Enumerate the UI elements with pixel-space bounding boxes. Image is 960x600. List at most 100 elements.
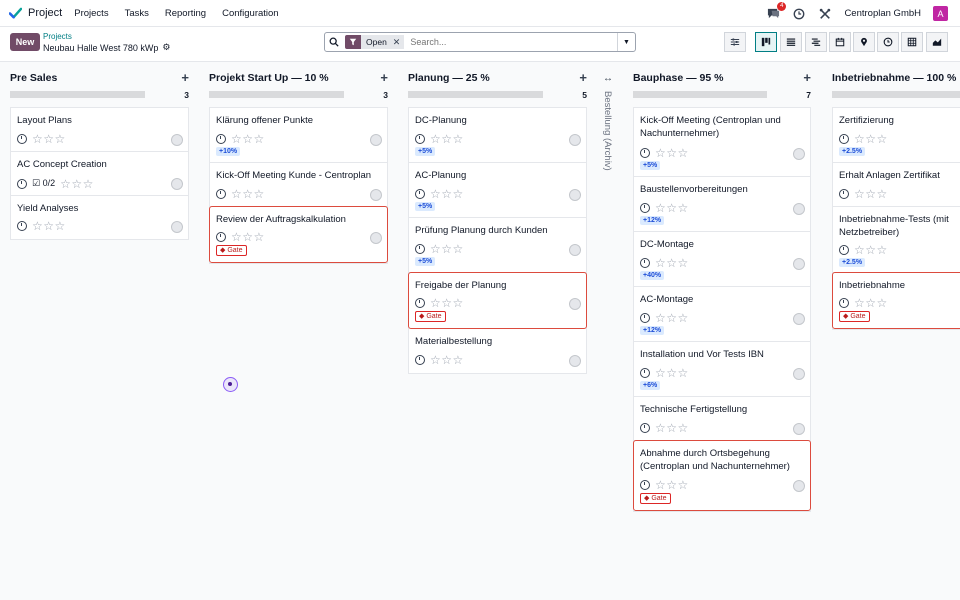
task-card[interactable]: Zertifizierung ☆☆☆ +2.5% (833, 108, 960, 163)
quick-create-plus-icon[interactable]: + (181, 70, 189, 85)
task-card-gate[interactable]: Review der Auftragskalkulation ☆☆☆ ◆ Gat… (209, 206, 388, 263)
task-card[interactable]: Inbetriebnahme-Tests (mit Netzbetreiber)… (833, 207, 960, 273)
activity-clock-icon[interactable] (17, 178, 27, 189)
search-icon[interactable] (325, 37, 343, 47)
remove-facet-icon[interactable]: ✕ (390, 35, 405, 49)
activity-clock-icon[interactable] (839, 245, 849, 255)
menu-projects[interactable]: Projects (74, 8, 108, 19)
priority-stars-icon[interactable]: ☆☆☆ (430, 188, 464, 200)
activity-clock-icon[interactable] (216, 232, 226, 242)
activity-view-button[interactable] (877, 32, 899, 52)
activity-clock-icon[interactable] (640, 203, 650, 213)
priority-stars-icon[interactable]: ☆☆☆ (231, 188, 265, 200)
quick-create-plus-icon[interactable]: + (803, 70, 811, 85)
menu-configuration[interactable]: Configuration (222, 8, 279, 19)
assignee-avatar[interactable] (569, 189, 581, 201)
assignee-avatar[interactable] (370, 232, 382, 244)
activity-clock-icon[interactable] (17, 221, 27, 231)
company-switcher[interactable]: Centroplan GmbH (844, 8, 921, 19)
assignee-avatar[interactable] (793, 423, 805, 435)
assignee-avatar[interactable] (569, 298, 581, 310)
activity-clock-icon[interactable] (640, 313, 650, 323)
priority-stars-icon[interactable]: ☆☆☆ (854, 133, 888, 145)
task-card[interactable]: AC-Planung ☆☆☆ +5% (409, 163, 586, 218)
task-card-gate[interactable]: Abnahme durch Ortsbegehung (Centroplan u… (633, 440, 811, 511)
assignee-avatar[interactable] (793, 203, 805, 215)
priority-stars-icon[interactable]: ☆☆☆ (655, 312, 689, 324)
assignee-avatar[interactable] (569, 355, 581, 367)
assignee-avatar[interactable] (793, 368, 805, 380)
task-card[interactable]: Yield Analyses ☆☆☆ (11, 196, 188, 239)
search-dropdown-toggle[interactable]: ▼ (617, 33, 635, 51)
kanban-view-button[interactable] (755, 32, 777, 52)
priority-stars-icon[interactable]: ☆☆☆ (655, 202, 689, 214)
unfold-arrows-icon[interactable]: ↔ (603, 73, 613, 84)
column-progress-bar[interactable] (10, 91, 145, 98)
priority-stars-icon[interactable]: ☆☆☆ (655, 422, 689, 434)
column-title[interactable]: Inbetriebnahme — 100 % (832, 72, 956, 84)
search-input[interactable] (410, 37, 611, 47)
assignee-avatar[interactable] (370, 189, 382, 201)
task-card[interactable]: DC-Planung ☆☆☆ +5% (409, 108, 586, 163)
assignee-avatar[interactable] (171, 221, 183, 233)
breadcrumb-projects-link[interactable]: Projects (43, 32, 72, 41)
activity-clock-icon[interactable] (415, 355, 425, 365)
task-card[interactable]: AC-Montage ☆☆☆ +12% (634, 287, 810, 342)
task-card[interactable]: Installation und Vor Tests IBN ☆☆☆ +6% (634, 342, 810, 397)
priority-stars-icon[interactable]: ☆☆☆ (60, 178, 94, 190)
column-progress-bar[interactable] (832, 91, 960, 98)
activity-clock-icon[interactable] (415, 189, 425, 199)
assignee-avatar[interactable] (370, 134, 382, 146)
task-card[interactable]: DC-Montage ☆☆☆ +40% (634, 232, 810, 287)
menu-tasks[interactable]: Tasks (125, 8, 149, 19)
priority-stars-icon[interactable]: ☆☆☆ (854, 297, 888, 309)
assignee-avatar[interactable] (171, 178, 183, 190)
priority-stars-icon[interactable]: ☆☆☆ (32, 220, 66, 232)
priority-stars-icon[interactable]: ☆☆☆ (430, 297, 464, 309)
settings-sliders-button[interactable] (724, 32, 746, 52)
activity-clock-icon[interactable] (17, 134, 27, 144)
assignee-avatar[interactable] (569, 134, 581, 146)
assignee-avatar[interactable] (171, 134, 183, 146)
task-card[interactable]: Klärung offener Punkte ☆☆☆ +10% (210, 108, 387, 163)
assignee-avatar[interactable] (793, 313, 805, 325)
assignee-avatar[interactable] (793, 148, 805, 160)
gantt-view-button[interactable] (805, 32, 827, 52)
task-card-gate[interactable]: Freigabe der Planung ☆☆☆ ◆ Gate (408, 272, 587, 329)
task-card-gate[interactable]: Inbetriebnahme ☆☆☆ ◆ Gate (832, 272, 960, 329)
pivot-view-button[interactable] (901, 32, 923, 52)
user-avatar[interactable]: A (933, 6, 948, 21)
activity-clock-icon[interactable] (640, 148, 650, 158)
activity-clock-icon[interactable] (216, 189, 226, 199)
quick-create-plus-icon[interactable]: + (380, 70, 388, 85)
graph-view-button[interactable] (926, 32, 948, 52)
column-title[interactable]: Pre Sales (10, 72, 57, 84)
chat-icon[interactable]: 4 (766, 1, 787, 21)
assignee-avatar[interactable] (793, 480, 805, 492)
column-progress-bar[interactable] (408, 91, 543, 98)
task-card[interactable]: Layout Plans ☆☆☆ (11, 108, 188, 152)
task-card[interactable]: Baustellenvorbereitungen ☆☆☆ +12% (634, 177, 810, 232)
menu-reporting[interactable]: Reporting (165, 8, 206, 19)
app-brand[interactable]: Project (9, 7, 62, 20)
task-card[interactable]: Kick-Off Meeting (Centroplan und Nachunt… (634, 108, 810, 177)
priority-stars-icon[interactable]: ☆☆☆ (655, 147, 689, 159)
column-progress-bar[interactable] (209, 91, 344, 98)
assignee-avatar[interactable] (793, 258, 805, 270)
activity-clock-icon[interactable] (415, 298, 425, 308)
activity-clock-icon[interactable] (640, 258, 650, 268)
quick-create-plus-icon[interactable]: + (579, 70, 587, 85)
activity-clock-icon[interactable] (640, 368, 650, 378)
gear-icon[interactable]: ⚙ (162, 42, 170, 53)
priority-stars-icon[interactable]: ☆☆☆ (655, 257, 689, 269)
priority-stars-icon[interactable]: ☆☆☆ (231, 231, 265, 243)
task-card[interactable]: Materialbestellung ☆☆☆ (409, 329, 586, 373)
priority-stars-icon[interactable]: ☆☆☆ (430, 243, 464, 255)
activity-clock-icon[interactable] (640, 423, 650, 433)
task-card[interactable]: Prüfung Planung durch Kunden ☆☆☆ +5% (409, 218, 586, 273)
new-button[interactable]: New (10, 33, 40, 51)
calendar-view-button[interactable] (829, 32, 851, 52)
list-view-button[interactable] (780, 32, 802, 52)
activity-clock-icon[interactable] (640, 480, 650, 490)
column-title[interactable]: Projekt Start Up — 10 % (209, 72, 329, 84)
